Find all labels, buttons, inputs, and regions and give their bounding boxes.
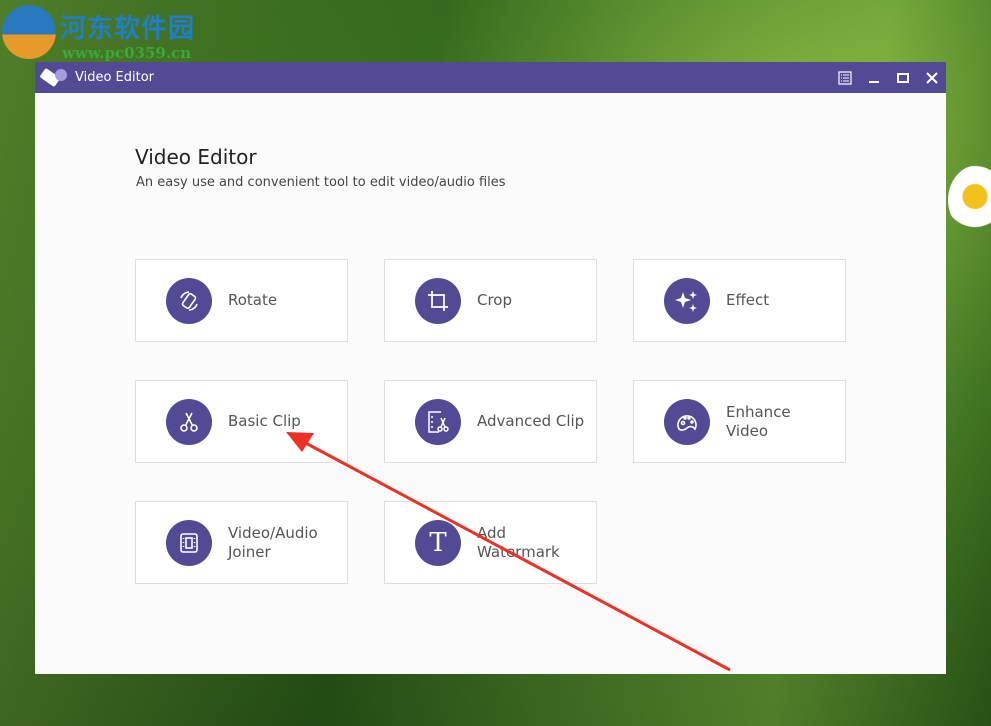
watermark-name: 河东软件园 (60, 14, 196, 44)
page-subtitle: An easy use and convenient tool to edit … (136, 175, 506, 190)
tool-rotate[interactable]: Rotate (135, 259, 348, 342)
scissors-icon (166, 398, 212, 445)
maximize-icon (896, 72, 909, 83)
menu-icon (837, 70, 852, 85)
watermark-logo (2, 5, 56, 59)
tool-label: Crop (477, 291, 513, 309)
tool-add-watermark[interactable]: T Add Watermark (384, 501, 597, 584)
close-button[interactable] (917, 62, 946, 93)
watermark-url: www.pc0359.cn (62, 44, 192, 62)
crop-icon (415, 277, 461, 324)
page-title: Video Editor (135, 145, 257, 169)
palette-icon (664, 398, 710, 445)
maximize-button[interactable] (888, 62, 917, 93)
app-logo-icon (41, 68, 69, 88)
title-bar[interactable]: Video Editor (35, 62, 946, 93)
text-icon: T (415, 519, 461, 566)
sparkle-icon (664, 277, 710, 324)
tool-label: Rotate (228, 291, 278, 309)
tool-label: Advanced Clip (477, 412, 585, 430)
rotate-icon (166, 277, 212, 324)
tool-basic-clip[interactable]: Basic Clip (135, 380, 348, 463)
minimize-button[interactable] (859, 62, 888, 93)
minimize-icon (868, 80, 879, 83)
tool-label: Basic Clip (228, 412, 301, 430)
close-icon (925, 71, 938, 84)
window-title: Video Editor (75, 70, 155, 85)
tool-advanced-clip[interactable]: Advanced Clip (384, 380, 597, 463)
video-editor-window: Video Editor Video Editor An easy use an… (35, 62, 946, 674)
tool-label: Video/Audio Joiner (228, 523, 318, 561)
tool-video-audio-joiner[interactable]: Video/Audio Joiner (135, 501, 348, 584)
advanced-clip-icon (415, 398, 461, 445)
joiner-icon (166, 519, 212, 566)
tool-crop[interactable]: Crop (384, 259, 597, 342)
tool-enhance-video[interactable]: Enhance Video (633, 380, 846, 463)
tool-label: Effect (726, 291, 770, 309)
tool-label: Enhance Video (726, 402, 791, 440)
tool-label: Add Watermark (477, 523, 560, 561)
site-watermark: 河东软件园 www.pc0359.cn (0, 0, 200, 62)
menu-button[interactable] (830, 62, 859, 93)
tool-effect[interactable]: Effect (633, 259, 846, 342)
